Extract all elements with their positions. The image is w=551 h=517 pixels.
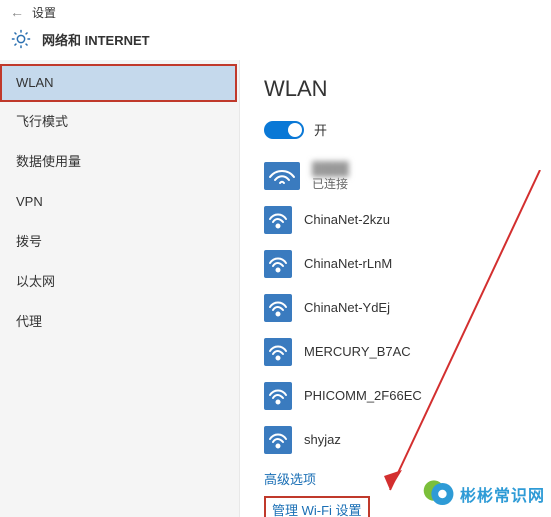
link-manage-wifi[interactable]: 管理 Wi-Fi 设置 <box>264 496 370 517</box>
connected-status: 已连接 <box>312 177 349 191</box>
network-ssid: ChinaNet-YdEj <box>304 300 390 316</box>
wifi-icon <box>264 294 292 322</box>
main-panel: WLAN 开 ████ 已连接 ChinaNet-2kzu <box>240 60 551 517</box>
wifi-icon <box>264 338 292 366</box>
header: 网络和 INTERNET <box>0 24 551 60</box>
network-ssid: shyjaz <box>304 432 341 448</box>
watermark-text: 彬彬常识网 <box>460 482 545 506</box>
network-ssid: ChinaNet-2kzu <box>304 212 390 228</box>
wlan-toggle[interactable] <box>264 121 304 139</box>
network-item[interactable]: MERCURY_B7AC <box>264 333 551 371</box>
titlebar-label: 设置 <box>32 4 56 21</box>
sidebar-item-vpn[interactable]: VPN <box>0 182 239 222</box>
network-connected[interactable]: ████ 已连接 <box>264 157 551 195</box>
sidebar-item-airplane[interactable]: 飞行模式 <box>0 102 239 142</box>
wifi-icon <box>264 426 292 454</box>
sidebar: WLAN 飞行模式 数据使用量 VPN 拨号 以太网 代理 <box>0 60 240 517</box>
wlan-toggle-row: 开 <box>264 120 551 139</box>
titlebar: ← 设置 <box>0 0 551 24</box>
network-ssid: PHICOMM_2F66EC <box>304 388 422 404</box>
sidebar-item-proxy[interactable]: 代理 <box>0 302 239 342</box>
wlan-toggle-label: 开 <box>314 120 327 139</box>
back-icon[interactable]: ← <box>10 4 24 20</box>
watermark-logo: 彬彬常识网 <box>422 477 545 511</box>
sidebar-item-data-usage[interactable]: 数据使用量 <box>0 142 239 182</box>
wifi-icon <box>264 162 300 190</box>
network-item[interactable]: PHICOMM_2F66EC <box>264 377 551 415</box>
connected-ssid: ████ <box>312 161 349 177</box>
page-title: WLAN <box>264 76 551 102</box>
network-item[interactable]: ChinaNet-rLnM <box>264 245 551 283</box>
network-ssid: MERCURY_B7AC <box>304 344 411 360</box>
network-ssid: ChinaNet-rLnM <box>304 256 392 272</box>
network-item[interactable]: ChinaNet-2kzu <box>264 201 551 239</box>
network-item[interactable]: ChinaNet-YdEj <box>264 289 551 327</box>
wifi-icon <box>264 250 292 278</box>
network-item[interactable]: shyjaz <box>264 421 551 459</box>
sidebar-item-ethernet[interactable]: 以太网 <box>0 262 239 302</box>
gear-icon <box>10 28 32 50</box>
wifi-icon <box>264 382 292 410</box>
header-title: 网络和 INTERNET <box>42 30 150 49</box>
network-list: ████ 已连接 ChinaNet-2kzu ChinaNet-rLnM Chi… <box>264 157 551 459</box>
sidebar-item-dialup[interactable]: 拨号 <box>0 222 239 262</box>
sidebar-item-wlan[interactable]: WLAN <box>0 64 237 102</box>
wifi-icon <box>264 206 292 234</box>
